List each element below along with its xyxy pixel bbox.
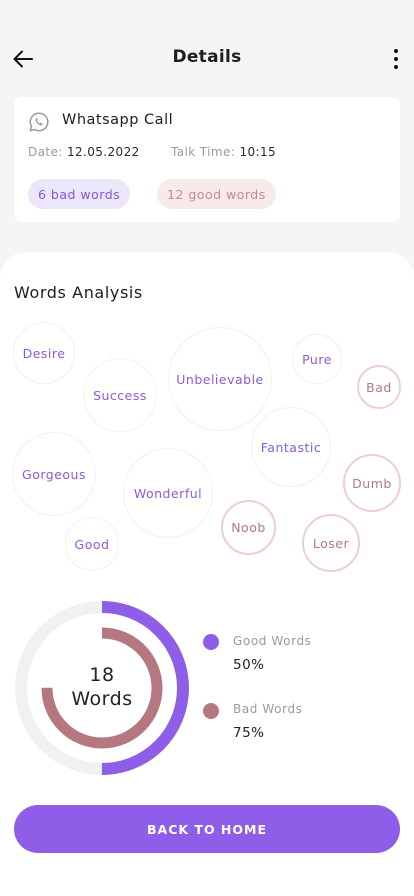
word-bubble-desire[interactable]: Desire [13, 322, 75, 384]
more-vertical-icon [394, 49, 398, 53]
bad-words-legend-dot [203, 703, 219, 719]
talk-time-label: Talk Time: [171, 145, 236, 159]
page-title: Details [172, 47, 242, 67]
word-bubble-wonderful[interactable]: Wonderful [123, 448, 213, 538]
word-bubble-good[interactable]: Good [65, 517, 119, 571]
word-bubble-noob[interactable]: Noob [221, 500, 276, 555]
call-date: Date: 12.05.2022 [28, 145, 140, 159]
words-analysis-panel: Words Analysis Desire Success Unbelievab… [0, 252, 414, 896]
good-words-label: Good Words [233, 634, 312, 648]
talk-time: Talk Time: 10:15 [171, 145, 276, 159]
word-bubble-gorgeous[interactable]: Gorgeous [12, 432, 96, 516]
word-bubble-dumb[interactable]: Dumb [343, 454, 401, 512]
whatsapp-icon [29, 112, 49, 132]
back-to-home-button[interactable]: BACK TO HOME [14, 805, 400, 853]
bad-words-value: 75% [233, 725, 265, 741]
call-details-card: Whatsapp Call Date: 12.05.2022 Talk Time… [14, 97, 400, 222]
date-label: Date: [28, 145, 63, 159]
word-bubble-success[interactable]: Success [83, 358, 157, 432]
donut-center-label: 18 Words [14, 600, 190, 776]
word-bubble-bad[interactable]: Bad [357, 365, 401, 409]
word-bubble-unbelievable[interactable]: Unbelievable [168, 327, 272, 431]
date-value: 12.05.2022 [66, 145, 140, 159]
bad-words-label: Bad Words [233, 702, 303, 716]
good-words-legend-dot [203, 634, 219, 650]
word-bubble-pure[interactable]: Pure [292, 334, 342, 384]
call-name: Whatsapp Call [62, 112, 174, 128]
word-bubble-fantastic[interactable]: Fantastic [251, 407, 331, 487]
top-bar: Details [0, 0, 414, 100]
total-words-number: 18 [89, 664, 115, 687]
more-options-button[interactable] [384, 44, 408, 74]
total-words-unit: Words [71, 688, 133, 710]
section-title: Words Analysis [14, 283, 143, 302]
bad-words-badge[interactable]: 6 bad words [28, 179, 131, 209]
good-words-value: 50% [233, 657, 265, 673]
good-words-badge[interactable]: 12 good words [157, 179, 276, 209]
talk-time-value: 10:15 [239, 145, 277, 159]
word-bubble-loser[interactable]: Loser [302, 514, 360, 572]
